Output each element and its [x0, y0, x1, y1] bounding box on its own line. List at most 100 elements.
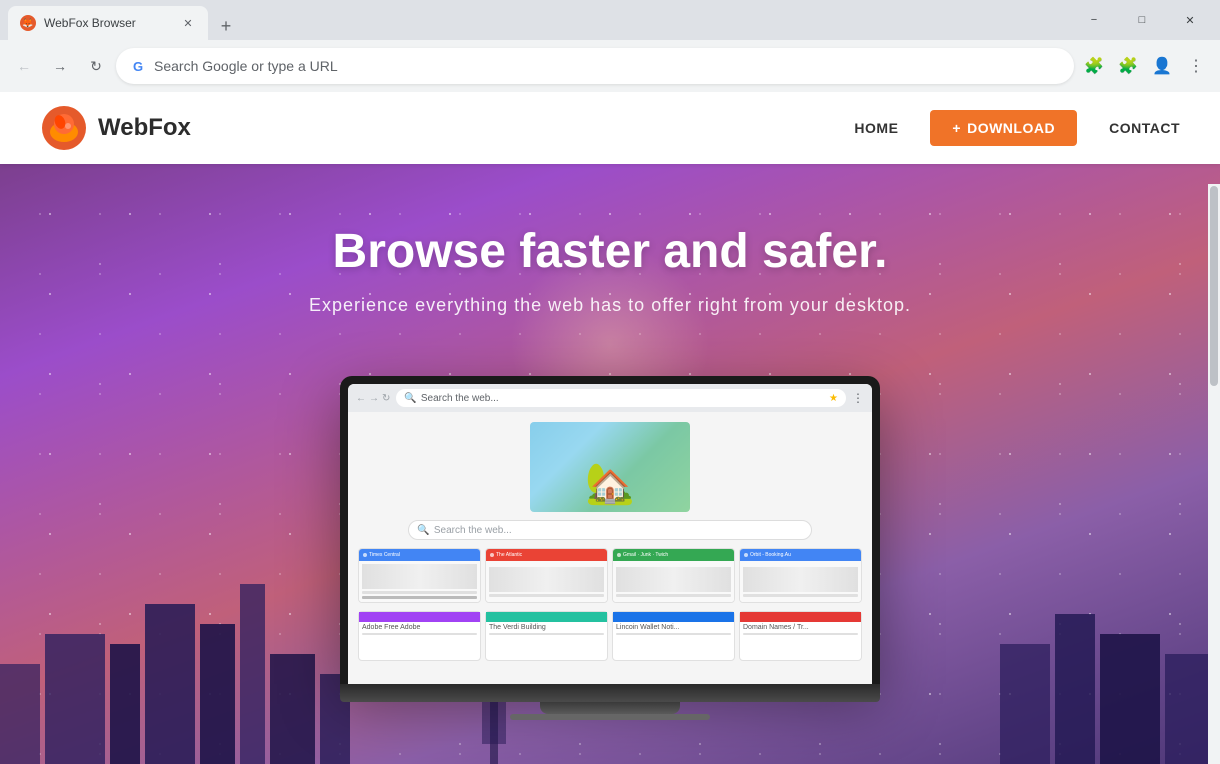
laptop-browser-bar: ← → ↻ 🔍 Search the web... ★ ⋮ [348, 384, 872, 412]
extensions-icon[interactable]: 🧩 [1078, 50, 1110, 82]
laptop-hero-image [530, 422, 690, 512]
thumb2-1: Adobe Free Adobe [358, 611, 481, 661]
laptop-bottom-thumbnails: Adobe Free Adobe The Verdi Building [358, 611, 862, 661]
new-tab-button[interactable]: + [212, 12, 240, 40]
laptop-stand [540, 702, 680, 714]
thumb-2-title: The Atlantic [496, 552, 522, 558]
thumb2-1-body: Adobe Free Adobe [359, 622, 480, 660]
laptop-search-icon: 🔍 [404, 393, 416, 404]
laptop-foot [510, 714, 710, 720]
browser-window: 🦊 WebFox Browser ✕ + − □ ✕ ← → ↻ G Searc… [0, 0, 1220, 764]
thumb-4-title: Orbit - Booking.Au [750, 552, 791, 558]
hero-title: Browse faster and safer. [333, 224, 888, 279]
tab-title: WebFox Browser [44, 16, 172, 30]
thumb2-2-line [489, 633, 604, 635]
laptop-address-text: Search the web... [421, 393, 499, 404]
site-logo[interactable]: WebFox [40, 104, 191, 152]
thumb2-2-body: The Verdi Building [486, 622, 607, 660]
address-text: Search Google or type a URL [154, 58, 1060, 74]
nav-right-icons: 🧩 🧩 👤 ⋮ [1078, 50, 1212, 82]
tab-bar: 🦊 WebFox Browser ✕ + [8, 0, 1072, 40]
thumb2-1-line [362, 633, 477, 635]
scrollbar-thumb[interactable] [1210, 186, 1218, 386]
download-label: DOWNLOAD [967, 120, 1055, 136]
laptop-screen-outer: ← → ↻ 🔍 Search the web... ★ ⋮ [340, 376, 880, 684]
nav-bar: ← → ↻ G Search Google or type a URL 🧩 🧩 … [0, 40, 1220, 92]
thumb-1-body [359, 561, 480, 602]
google-icon: G [130, 58, 146, 74]
thumb2-2-header [486, 612, 607, 622]
laptop-address-bar: 🔍 Search the web... ★ [396, 389, 846, 407]
scrollbar[interactable] [1208, 184, 1220, 764]
laptop-top-thumbnails: Times Central [358, 548, 862, 603]
thumb2-4-line [743, 633, 858, 635]
thumb-4-line [743, 594, 858, 597]
thumb2-4: Domain Names / Tr... [739, 611, 862, 661]
thumb-3-title: Gmail · Junk · Twich [623, 552, 668, 558]
thumb-1: Times Central [358, 548, 481, 603]
thumb2-1-header [359, 612, 480, 622]
logo-svg [40, 104, 88, 152]
thumb-1-line1 [362, 591, 477, 594]
thumb-2-line [489, 594, 604, 597]
maximize-button[interactable]: □ [1120, 4, 1164, 36]
back-button[interactable]: ← [8, 50, 40, 82]
laptop-nav-btns: ← → ↻ [356, 393, 390, 404]
thumb-3-line [616, 594, 731, 597]
thumb2-3-header [613, 612, 734, 622]
laptop-search-bar-icon: 🔍 [417, 525, 429, 536]
menu-icon[interactable]: ⋮ [1180, 50, 1212, 82]
site-header: WebFox HOME + DOWNLOAD CONTACT [0, 92, 1220, 164]
laptop-screen-inner: ← → ↻ 🔍 Search the web... ★ ⋮ [348, 384, 872, 684]
contact-nav-link[interactable]: CONTACT [1109, 120, 1180, 136]
thumb-1-img [362, 564, 477, 589]
close-button[interactable]: ✕ [1168, 4, 1212, 36]
address-bar[interactable]: G Search Google or type a URL [116, 48, 1074, 84]
laptop-forward-icon: → [369, 393, 379, 404]
thumb-dot [617, 553, 621, 557]
thumb2-2: The Verdi Building [485, 611, 608, 661]
thumb2-4-header [740, 612, 861, 622]
download-button[interactable]: + DOWNLOAD [930, 110, 1077, 146]
refresh-button[interactable]: ↻ [80, 50, 112, 82]
download-icon: + [952, 120, 961, 136]
laptop-search-bar: 🔍 Search the web... [408, 520, 811, 540]
thumb-3-img [616, 567, 731, 592]
forward-button[interactable]: → [44, 50, 76, 82]
hero-section: Browse faster and safer. Experience ever… [0, 164, 1220, 764]
home-nav-link[interactable]: HOME [854, 120, 898, 136]
laptop-menu-icon: ⋮ [852, 391, 864, 405]
thumb2-3-line [616, 633, 731, 635]
thumb2-4-title: Domain Names / Tr... [743, 624, 858, 631]
thumb-dot [744, 553, 748, 557]
thumb-4-body [740, 561, 861, 602]
laptop-back-icon: ← [356, 393, 366, 404]
thumb-3-header: Gmail · Junk · Twich [613, 549, 734, 561]
active-tab[interactable]: 🦊 WebFox Browser ✕ [8, 6, 208, 40]
window-controls: − □ ✕ [1072, 4, 1212, 36]
thumb-2: The Atlantic [485, 548, 608, 603]
laptop-star-icon: ★ [829, 393, 838, 404]
minimize-button[interactable]: − [1072, 4, 1116, 36]
thumb2-1-title: Adobe Free Adobe [362, 624, 477, 631]
hero-subtitle: Experience everything the web has to off… [309, 295, 911, 316]
thumb-1-header: Times Central [359, 549, 480, 561]
thumb-2-body [486, 561, 607, 602]
tab-favicon: 🦊 [20, 15, 36, 31]
tab-close-button[interactable]: ✕ [180, 15, 196, 31]
puzzle-icon[interactable]: 🧩 [1112, 50, 1144, 82]
laptop-content: 🔍 Search the web... Times Central [348, 412, 872, 684]
thumb2-3-title: Lincoin Wallet Noti... [616, 624, 731, 631]
thumb2-4-body: Domain Names / Tr... [740, 622, 861, 660]
laptop-base [340, 684, 880, 702]
thumb-2-img [489, 567, 604, 592]
title-bar: 🦊 WebFox Browser ✕ + − □ ✕ [0, 0, 1220, 40]
thumb-4-header: Orbit - Booking.Au [740, 549, 861, 561]
site-nav: HOME + DOWNLOAD CONTACT [854, 110, 1180, 146]
website-content: WebFox HOME + DOWNLOAD CONTACT Browse fa… [0, 92, 1220, 764]
laptop-search-bar-text: Search the web... [434, 525, 512, 536]
profile-icon[interactable]: 👤 [1146, 50, 1178, 82]
logo-text: WebFox [98, 114, 191, 142]
thumb-4: Orbit - Booking.Au [739, 548, 862, 603]
thumb2-3-body: Lincoin Wallet Noti... [613, 622, 734, 660]
